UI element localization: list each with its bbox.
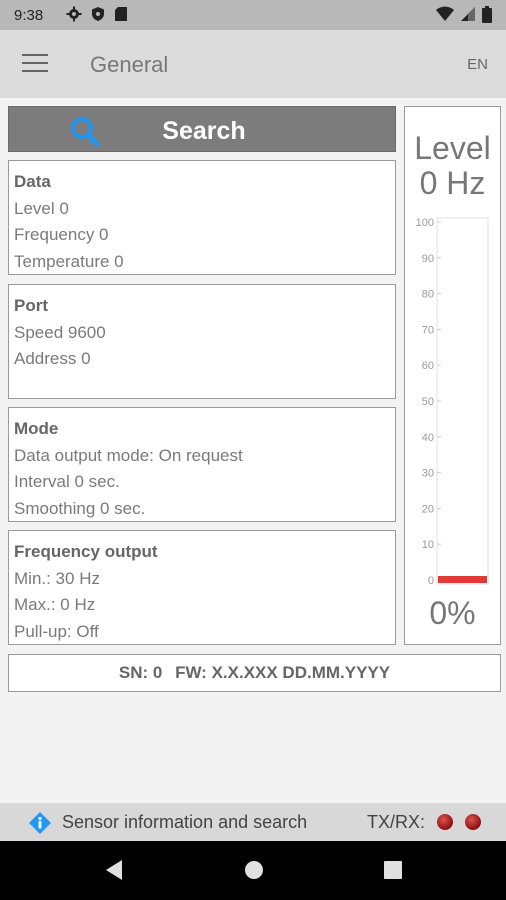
level-bar-fill <box>438 576 487 583</box>
data-card: Data Level 0 Frequency 0 Temperature 0 <box>8 160 396 275</box>
footer-status-bar: Sensor information and search TX/RX: <box>0 803 506 841</box>
gauge-title: Level <box>414 130 491 166</box>
app-bar: General EN <box>0 30 506 98</box>
port-card-heading: Port <box>14 296 48 315</box>
gauge-tick-label: 100 <box>416 217 434 229</box>
mode-card-heading: Mode <box>14 419 59 438</box>
gauge-tick-label: 20 <box>422 503 434 515</box>
frequency-min: Min.: 30 Hz <box>14 568 100 588</box>
level-gauge: 1009080706050403020100 <box>416 217 489 587</box>
wifi-icon <box>436 6 454 21</box>
tx-indicator-icon <box>437 814 453 830</box>
mode-output: Data output mode: On request <box>14 445 243 465</box>
device-info-bar: SN: 0 FW: X.X.XXX DD.MM.YYYY <box>8 654 501 692</box>
gauge-value: 0 Hz <box>419 165 486 201</box>
gauge-tick-label: 10 <box>422 539 434 551</box>
gauge-tick-label: 50 <box>422 396 434 408</box>
gauge-tick-label: 70 <box>422 324 434 336</box>
search-button[interactable]: Search <box>8 106 396 152</box>
port-card: Port Speed 9600 Address 0 <box>8 284 396 399</box>
serial-number: SN: 0 <box>118 663 163 682</box>
sd-card-icon <box>115 7 127 21</box>
battery-icon <box>482 6 492 23</box>
info-icon <box>29 812 51 834</box>
page-title: General <box>90 52 169 77</box>
gauge-tick-label: 0 <box>428 575 434 587</box>
shield-icon <box>92 7 104 21</box>
search-button-label: Search <box>162 117 246 145</box>
gauge-tick-label: 30 <box>422 468 434 480</box>
frequency-output-card: Frequency output Min.: 30 Hz Max.: 0 Hz … <box>8 530 396 645</box>
footer-info-text: Sensor information and search <box>62 812 308 832</box>
settings-icon <box>66 6 82 22</box>
frequency-output-heading: Frequency output <box>14 542 158 561</box>
system-icons <box>436 6 492 23</box>
data-card-heading: Data <box>14 172 51 191</box>
notification-icons <box>66 6 128 22</box>
mode-card: Mode Data output mode: On request Interv… <box>8 407 396 522</box>
status-time: 9:38 <box>14 7 44 24</box>
firmware-version: FW: X.X.XXX DD.MM.YYYY <box>175 663 391 682</box>
data-level: Level 0 <box>14 198 69 218</box>
gauge-percent: 0% <box>429 595 476 631</box>
data-temperature: Temperature 0 <box>14 251 124 271</box>
mode-interval: Interval 0 sec. <box>14 472 120 491</box>
txrx-label: TX/RX: <box>367 812 426 832</box>
data-frequency: Frequency 0 <box>14 225 109 244</box>
frequency-pullup: Pull-up: Off <box>14 621 99 641</box>
port-speed: Speed 9600 <box>14 322 106 342</box>
status-bar: 9:38 <box>0 0 506 30</box>
back-icon[interactable] <box>104 859 124 881</box>
signal-icon <box>461 7 475 21</box>
menu-icon[interactable] <box>22 54 48 74</box>
recents-icon[interactable] <box>383 859 403 881</box>
mode-smoothing: Smoothing 0 sec. <box>14 498 146 518</box>
frequency-max: Max.: 0 Hz <box>14 595 96 614</box>
rx-indicator-icon <box>465 814 481 830</box>
gauge-tick-label: 90 <box>422 253 434 265</box>
gauge-tick-label: 60 <box>422 360 434 372</box>
level-gauge-panel: Level 0 Hz 100 90 80 70 60 50 40 30 20 10 0 0% <box>404 106 501 645</box>
navigation-bar <box>0 841 506 900</box>
port-address: Address 0 <box>14 349 91 368</box>
language-selector[interactable]: EN <box>467 56 488 73</box>
gauge-tick-label: 80 <box>422 289 434 301</box>
home-icon[interactable] <box>243 859 265 881</box>
gauge-tick-label: 40 <box>422 432 434 444</box>
